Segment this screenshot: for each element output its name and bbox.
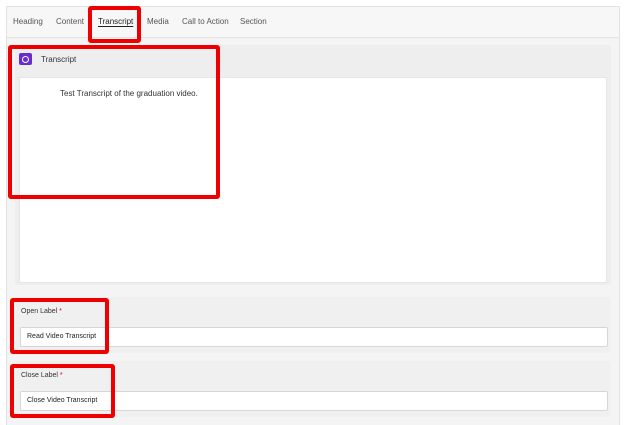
transcript-icon <box>19 53 32 65</box>
tab-media[interactable]: Media <box>147 17 169 26</box>
tab-content[interactable]: Content <box>56 17 84 26</box>
close-label-value: Close Video Transcript <box>27 397 98 404</box>
tab-heading[interactable]: Heading <box>13 17 43 26</box>
open-label-value: Read Video Transcript <box>27 333 97 340</box>
transcript-title: Transcript <box>41 55 77 64</box>
open-label-field: Open Label * Read Video Transcript <box>15 297 611 353</box>
editor-frame: Heading Content Transcript Media Call to… <box>6 6 620 425</box>
close-label-label: Close Label * <box>21 372 63 379</box>
tab-section[interactable]: Section <box>240 17 267 26</box>
tab-call-to-action[interactable]: Call to Action <box>182 17 229 26</box>
transcript-editor[interactable]: Test Transcript of the graduation video. <box>19 77 607 283</box>
close-label-input[interactable]: Close Video Transcript <box>20 391 608 411</box>
required-marker: * <box>59 308 62 315</box>
tab-transcript[interactable]: Transcript <box>98 17 133 26</box>
required-marker: * <box>59 372 63 379</box>
tab-bar: Heading Content Transcript Media Call to… <box>7 7 619 38</box>
transcript-panel: Transcript Test Transcript of the gradua… <box>15 45 611 285</box>
open-label-input[interactable]: Read Video Transcript <box>20 327 608 347</box>
transcript-text: Test Transcript of the graduation video. <box>60 89 198 98</box>
transcript-header: Transcript <box>15 45 611 75</box>
close-label-field: Close Label * Close Video Transcript <box>15 361 611 417</box>
open-label-label: Open Label * <box>21 308 62 315</box>
